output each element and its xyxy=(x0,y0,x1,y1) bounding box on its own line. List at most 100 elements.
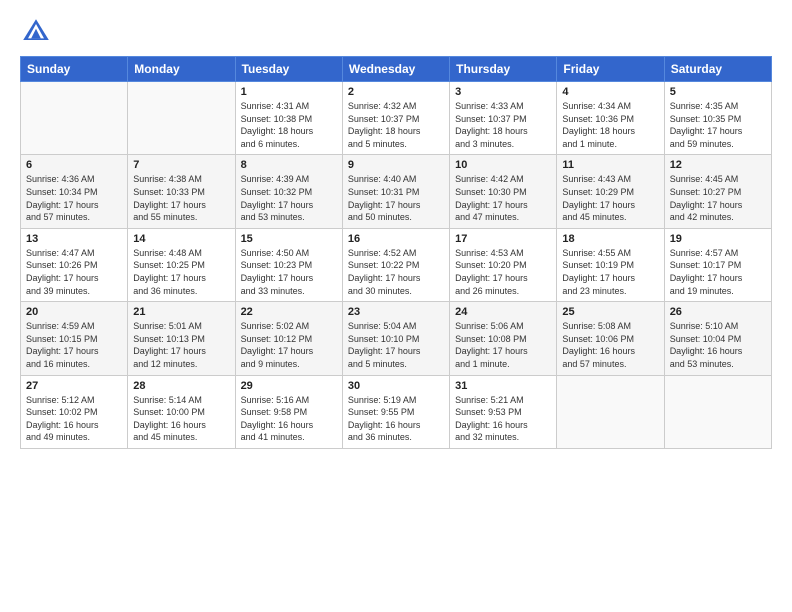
day-number: 4 xyxy=(562,86,658,98)
header xyxy=(20,16,772,48)
day-number: 14 xyxy=(133,233,229,245)
day-number: 26 xyxy=(670,306,766,318)
calendar-cell: 17 Sunrise: 4:53 AM Sunset: 10:20 PM Dayl… xyxy=(450,228,557,301)
logo xyxy=(20,16,56,48)
day-info: Sunrise: 5:19 AM Sunset: 9:55 PM Dayligh… xyxy=(348,394,444,444)
day-info: Sunrise: 4:50 AM Sunset: 10:23 PM Daylig… xyxy=(241,247,337,297)
calendar-cell: 3 Sunrise: 4:33 AM Sunset: 10:37 PM Dayli… xyxy=(450,82,557,155)
calendar-cell: 19 Sunrise: 4:57 AM Sunset: 10:17 PM Dayl… xyxy=(664,228,771,301)
calendar-cell xyxy=(557,375,664,448)
day-info: Sunrise: 4:57 AM Sunset: 10:17 PM Daylig… xyxy=(670,247,766,297)
calendar-cell xyxy=(664,375,771,448)
calendar-cell: 6 Sunrise: 4:36 AM Sunset: 10:34 PM Dayli… xyxy=(21,155,128,228)
day-info: Sunrise: 5:10 AM Sunset: 10:04 PM Daylig… xyxy=(670,320,766,370)
weekday-header-saturday: Saturday xyxy=(664,57,771,82)
calendar-cell: 30 Sunrise: 5:19 AM Sunset: 9:55 PM Dayli… xyxy=(342,375,449,448)
day-number: 15 xyxy=(241,233,337,245)
day-info: Sunrise: 4:42 AM Sunset: 10:30 PM Daylig… xyxy=(455,173,551,223)
calendar-cell: 24Sunrise: 5:06 AM Sunset: 10:08 PM Dayl… xyxy=(450,302,557,375)
day-info: Sunrise: 4:35 AM Sunset: 10:35 PM Daylig… xyxy=(670,100,766,150)
day-number: 29 xyxy=(241,380,337,392)
calendar-cell: 27 Sunrise: 5:12 AM Sunset: 10:02 PM Dayl… xyxy=(21,375,128,448)
calendar-cell: 4 Sunrise: 4:34 AM Sunset: 10:36 PM Dayli… xyxy=(557,82,664,155)
weekday-header-monday: Monday xyxy=(128,57,235,82)
calendar-cell: 22 Sunrise: 5:02 AM Sunset: 10:12 PM Dayl… xyxy=(235,302,342,375)
day-number: 5 xyxy=(670,86,766,98)
calendar-cell: 31Sunrise: 5:21 AM Sunset: 9:53 PM Dayli… xyxy=(450,375,557,448)
day-info: Sunrise: 4:55 AM Sunset: 10:19 PM Daylig… xyxy=(562,247,658,297)
day-number: 20 xyxy=(26,306,122,318)
day-info: Sunrise: 4:47 AM Sunset: 10:26 PM Daylig… xyxy=(26,247,122,297)
calendar-cell: 13 Sunrise: 4:47 AM Sunset: 10:26 PM Dayl… xyxy=(21,228,128,301)
day-number: 13 xyxy=(26,233,122,245)
week-row-2: 6 Sunrise: 4:36 AM Sunset: 10:34 PM Dayli… xyxy=(21,155,772,228)
day-info: Sunrise: 5:04 AM Sunset: 10:10 PM Daylig… xyxy=(348,320,444,370)
logo-icon xyxy=(20,16,52,48)
day-number: 11 xyxy=(562,159,658,171)
calendar-cell: 21Sunrise: 5:01 AM Sunset: 10:13 PM Dayl… xyxy=(128,302,235,375)
day-info: Sunrise: 4:34 AM Sunset: 10:36 PM Daylig… xyxy=(562,100,658,150)
day-info: Sunrise: 4:53 AM Sunset: 10:20 PM Daylig… xyxy=(455,247,551,297)
day-number: 10 xyxy=(455,159,551,171)
day-number: 24 xyxy=(455,306,551,318)
day-number: 25 xyxy=(562,306,658,318)
calendar-cell: 25 Sunrise: 5:08 AM Sunset: 10:06 PM Dayl… xyxy=(557,302,664,375)
calendar-cell: 11Sunrise: 4:43 AM Sunset: 10:29 PM Dayl… xyxy=(557,155,664,228)
calendar-cell: 1Sunrise: 4:31 AM Sunset: 10:38 PM Dayli… xyxy=(235,82,342,155)
calendar-cell: 26 Sunrise: 5:10 AM Sunset: 10:04 PM Dayl… xyxy=(664,302,771,375)
day-info: Sunrise: 5:01 AM Sunset: 10:13 PM Daylig… xyxy=(133,320,229,370)
weekday-header-sunday: Sunday xyxy=(21,57,128,82)
day-number: 9 xyxy=(348,159,444,171)
day-number: 12 xyxy=(670,159,766,171)
calendar-cell: 9Sunrise: 4:40 AM Sunset: 10:31 PM Dayli… xyxy=(342,155,449,228)
day-number: 28 xyxy=(133,380,229,392)
calendar-cell: 14 Sunrise: 4:48 AM Sunset: 10:25 PM Dayl… xyxy=(128,228,235,301)
day-info: Sunrise: 4:39 AM Sunset: 10:32 PM Daylig… xyxy=(241,173,337,223)
calendar-cell: 28 Sunrise: 5:14 AM Sunset: 10:00 PM Dayl… xyxy=(128,375,235,448)
calendar-cell xyxy=(21,82,128,155)
day-number: 18 xyxy=(562,233,658,245)
week-row-1: 1Sunrise: 4:31 AM Sunset: 10:38 PM Dayli… xyxy=(21,82,772,155)
weekday-header-friday: Friday xyxy=(557,57,664,82)
day-number: 22 xyxy=(241,306,337,318)
day-number: 6 xyxy=(26,159,122,171)
day-info: Sunrise: 5:12 AM Sunset: 10:02 PM Daylig… xyxy=(26,394,122,444)
calendar-cell: 15 Sunrise: 4:50 AM Sunset: 10:23 PM Dayl… xyxy=(235,228,342,301)
day-info: Sunrise: 4:38 AM Sunset: 10:33 PM Daylig… xyxy=(133,173,229,223)
day-number: 7 xyxy=(133,159,229,171)
day-info: Sunrise: 5:02 AM Sunset: 10:12 PM Daylig… xyxy=(241,320,337,370)
calendar-cell: 23 Sunrise: 5:04 AM Sunset: 10:10 PM Dayl… xyxy=(342,302,449,375)
day-number: 3 xyxy=(455,86,551,98)
day-info: Sunrise: 4:48 AM Sunset: 10:25 PM Daylig… xyxy=(133,247,229,297)
weekday-header-tuesday: Tuesday xyxy=(235,57,342,82)
calendar-cell: 18 Sunrise: 4:55 AM Sunset: 10:19 PM Dayl… xyxy=(557,228,664,301)
weekday-header-thursday: Thursday xyxy=(450,57,557,82)
calendar-cell: 7 Sunrise: 4:38 AM Sunset: 10:33 PM Dayli… xyxy=(128,155,235,228)
day-info: Sunrise: 4:32 AM Sunset: 10:37 PM Daylig… xyxy=(348,100,444,150)
day-number: 27 xyxy=(26,380,122,392)
day-number: 2 xyxy=(348,86,444,98)
day-info: Sunrise: 5:21 AM Sunset: 9:53 PM Dayligh… xyxy=(455,394,551,444)
day-info: Sunrise: 5:08 AM Sunset: 10:06 PM Daylig… xyxy=(562,320,658,370)
day-number: 30 xyxy=(348,380,444,392)
day-info: Sunrise: 4:36 AM Sunset: 10:34 PM Daylig… xyxy=(26,173,122,223)
day-number: 16 xyxy=(348,233,444,245)
week-row-4: 20 Sunrise: 4:59 AM Sunset: 10:15 PM Dayl… xyxy=(21,302,772,375)
page: SundayMondayTuesdayWednesdayThursdayFrid… xyxy=(0,0,792,612)
week-row-5: 27 Sunrise: 5:12 AM Sunset: 10:02 PM Dayl… xyxy=(21,375,772,448)
calendar-cell: 8 Sunrise: 4:39 AM Sunset: 10:32 PM Dayli… xyxy=(235,155,342,228)
day-info: Sunrise: 4:31 AM Sunset: 10:38 PM Daylig… xyxy=(241,100,337,150)
day-info: Sunrise: 4:59 AM Sunset: 10:15 PM Daylig… xyxy=(26,320,122,370)
day-number: 23 xyxy=(348,306,444,318)
calendar-cell: 29 Sunrise: 5:16 AM Sunset: 9:58 PM Dayli… xyxy=(235,375,342,448)
day-number: 19 xyxy=(670,233,766,245)
day-number: 17 xyxy=(455,233,551,245)
day-info: Sunrise: 5:16 AM Sunset: 9:58 PM Dayligh… xyxy=(241,394,337,444)
calendar-cell: 16Sunrise: 4:52 AM Sunset: 10:22 PM Dayl… xyxy=(342,228,449,301)
day-info: Sunrise: 5:14 AM Sunset: 10:00 PM Daylig… xyxy=(133,394,229,444)
calendar-cell: 20 Sunrise: 4:59 AM Sunset: 10:15 PM Dayl… xyxy=(21,302,128,375)
day-info: Sunrise: 4:33 AM Sunset: 10:37 PM Daylig… xyxy=(455,100,551,150)
day-info: Sunrise: 4:45 AM Sunset: 10:27 PM Daylig… xyxy=(670,173,766,223)
day-number: 8 xyxy=(241,159,337,171)
calendar-cell: 10 Sunrise: 4:42 AM Sunset: 10:30 PM Dayl… xyxy=(450,155,557,228)
